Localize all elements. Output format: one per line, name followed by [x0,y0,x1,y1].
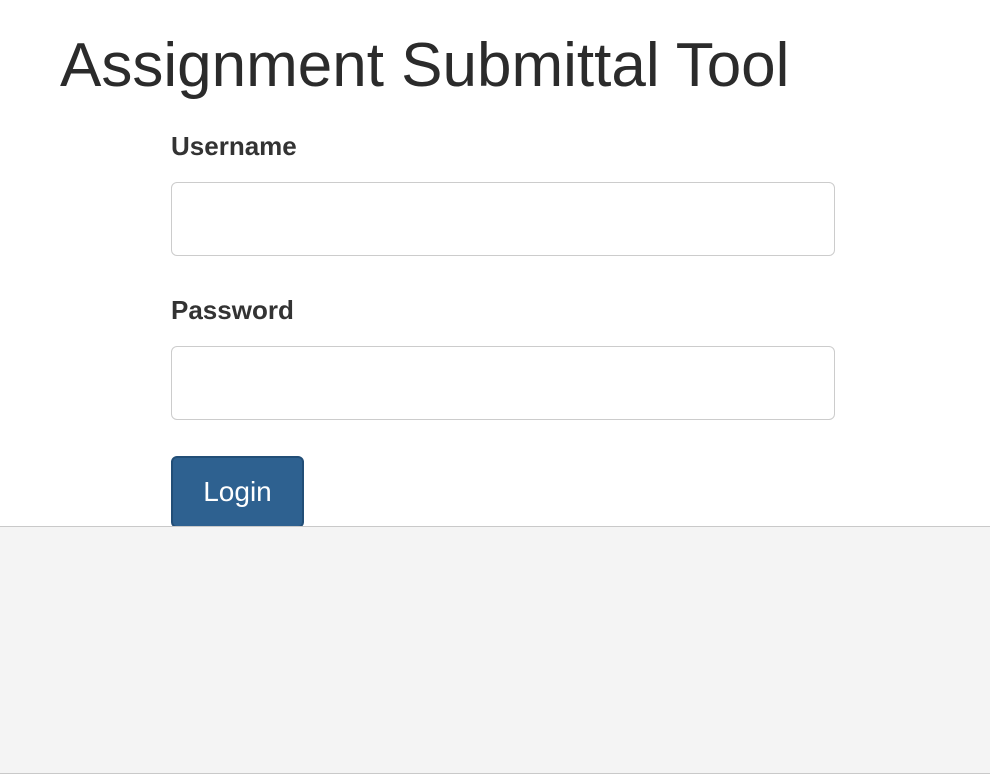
login-button[interactable]: Login [171,456,304,528]
login-form: Username Password Login [171,128,835,528]
username-label: Username [171,131,297,161]
password-input[interactable] [171,346,835,420]
page-title: Assignment Submittal Tool [60,31,790,100]
password-label: Password [171,295,294,325]
footer-area [0,526,990,774]
username-input[interactable] [171,182,835,256]
